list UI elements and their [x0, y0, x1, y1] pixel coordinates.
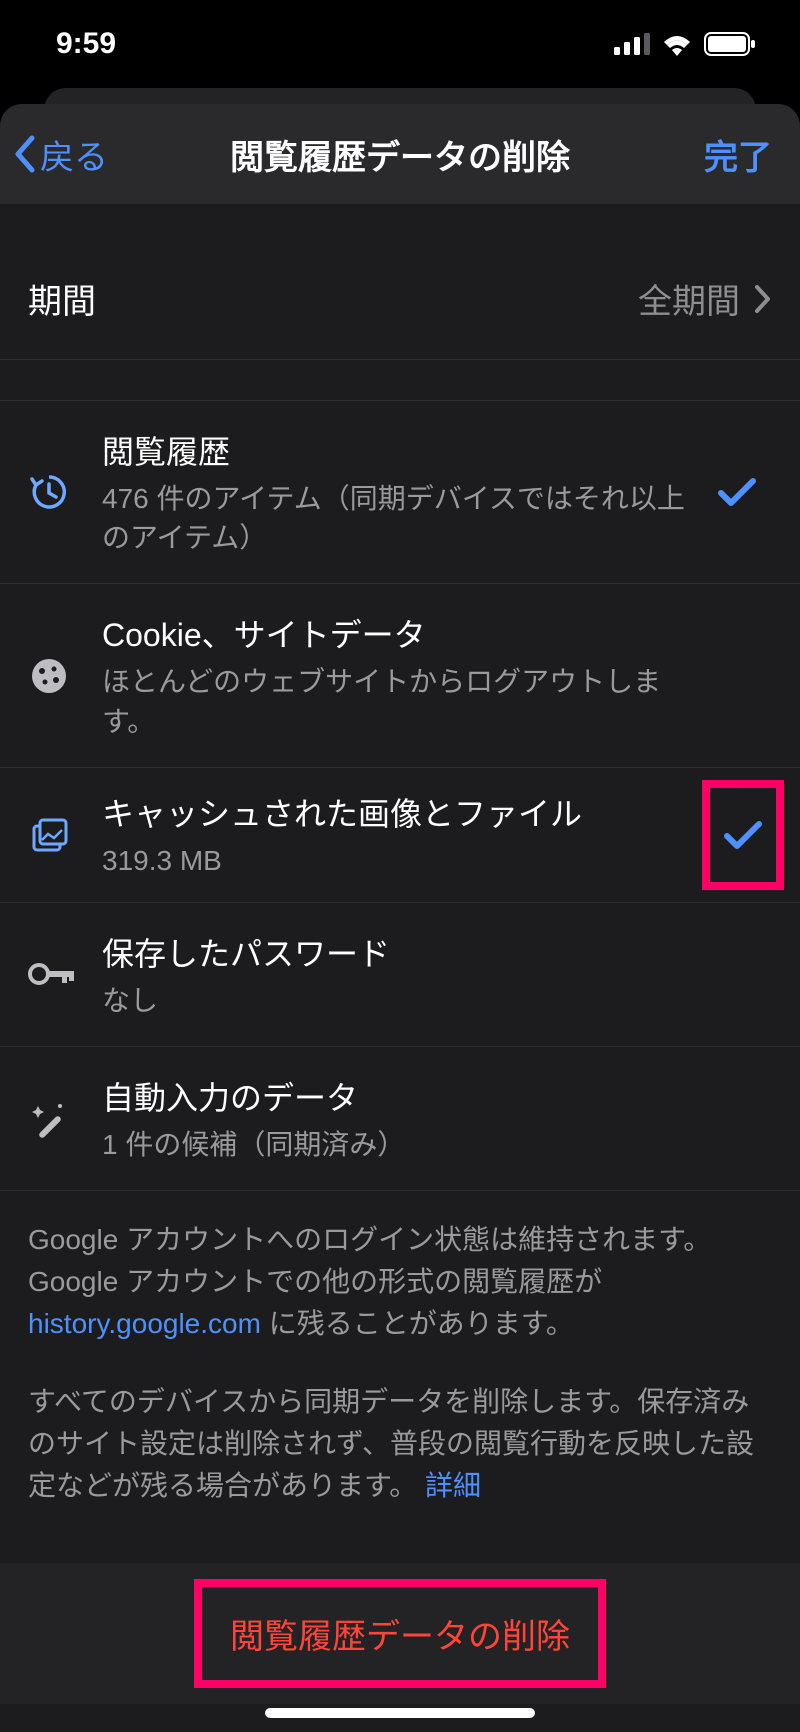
saved-passwords-title: 保存したパスワード — [102, 929, 686, 975]
time-range-row[interactable]: 期間 全期間 — [0, 238, 800, 360]
back-label: 戻る — [40, 130, 108, 179]
cellular-icon — [614, 33, 650, 55]
saved-passwords-row[interactable]: 保存したパスワード なし — [0, 903, 800, 1047]
time-range-value: 全期間 — [638, 274, 740, 323]
cookies-sub: ほとんどのウェブサイトからログアウトします。 — [102, 662, 686, 740]
cookies-row[interactable]: Cookie、サイトデータ ほとんどのウェブサイトからログアウトします。 — [0, 584, 800, 767]
clear-data-button[interactable]: 閲覧履歴データの削除 — [194, 1579, 606, 1688]
details-link[interactable]: 詳細 — [425, 1470, 481, 1501]
chevron-right-icon — [754, 284, 772, 314]
chevron-left-icon — [12, 134, 40, 174]
autofill-title: 自動入力のデータ — [102, 1073, 686, 1119]
status-icons — [614, 32, 756, 56]
status-bar: 9:59 — [0, 0, 800, 88]
saved-passwords-sub: なし — [102, 981, 686, 1020]
browsing-history-row[interactable]: 閲覧履歴 476 件のアイテム（同期デバイスではそれ以上のアイテム） — [0, 400, 800, 584]
content-scroll[interactable]: 期間 全期間 閲覧履歴 476 件のアイテム（同期デバイスではそれ以上のアイテム… — [0, 204, 800, 1732]
highlight-annotation — [702, 780, 784, 890]
cached-images-sub: 319.3 MB — [102, 841, 686, 880]
wifi-icon — [660, 32, 694, 56]
cached-images-row[interactable]: キャッシュされた画像とファイル 319.3 MB — [0, 768, 800, 903]
check-icon — [717, 475, 757, 509]
history-link[interactable]: history.google.com — [28, 1308, 261, 1339]
autofill-sub: 1 件の候補（同期済み） — [102, 1125, 686, 1164]
footer-note-1: Google アカウントへのログイン状態は維持されます。Google アカウント… — [0, 1191, 800, 1345]
key-icon — [28, 959, 74, 989]
back-button[interactable]: 戻る — [12, 130, 108, 179]
browsing-history-sub: 476 件のアイテム（同期デバイスではそれ以上のアイテム） — [102, 479, 686, 557]
action-section: 閲覧履歴データの削除 — [0, 1563, 800, 1704]
check-icon — [723, 818, 763, 852]
footer-note-2: すべてのデバイスから同期データを削除します。保存済みのサイト設定は削除されず、普… — [0, 1345, 800, 1507]
wand-icon — [28, 1098, 70, 1140]
nav-bar: 戻る 閲覧履歴データの削除 完了 — [0, 104, 800, 204]
home-indicator[interactable] — [265, 1708, 535, 1718]
cached-images-title: キャッシュされた画像とファイル — [102, 789, 686, 835]
image-icon — [28, 814, 70, 856]
browsing-history-title: 閲覧履歴 — [102, 427, 686, 473]
cookie-icon — [28, 655, 70, 697]
battery-icon — [704, 32, 756, 56]
status-time: 9:59 — [56, 27, 116, 61]
done-button[interactable]: 完了 — [704, 130, 772, 179]
time-range-label: 期間 — [28, 274, 96, 323]
history-icon — [28, 471, 70, 513]
modal-sheet: 戻る 閲覧履歴データの削除 完了 期間 全期間 閲覧履歴 476 件のアイテム（… — [0, 104, 800, 1732]
page-title: 閲覧履歴データの削除 — [230, 130, 570, 179]
autofill-row[interactable]: 自動入力のデータ 1 件の候補（同期済み） — [0, 1047, 800, 1191]
cookies-title: Cookie、サイトデータ — [102, 610, 686, 656]
